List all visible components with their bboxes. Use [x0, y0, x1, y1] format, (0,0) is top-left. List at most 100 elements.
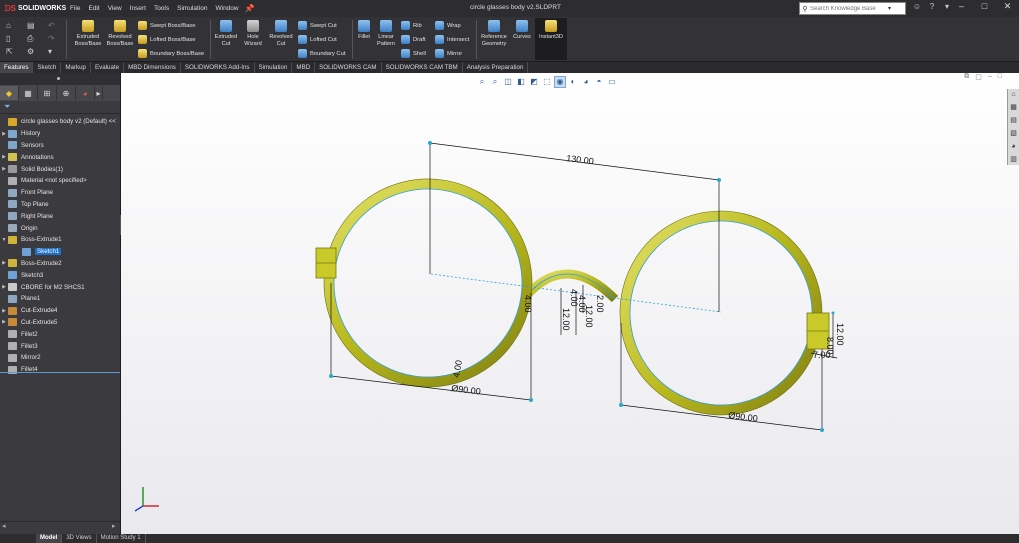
tree-item[interactable]: ▶ CBORE for M2 SHCS1	[0, 281, 120, 293]
panel-more-icon[interactable]: ▸	[95, 86, 103, 100]
dim-bridge-small2[interactable]: 2.00	[595, 295, 605, 313]
tree-item[interactable]: ▶ Boss-Extrude2	[0, 258, 120, 270]
dim-bridge-depth[interactable]: 12.00	[561, 308, 571, 331]
maximize-button[interactable]: □	[973, 1, 996, 12]
tab-markup[interactable]: Markup	[61, 62, 91, 73]
help-icon[interactable]: ?	[927, 2, 937, 11]
select-icon[interactable]: ⇱	[6, 47, 13, 56]
print-icon[interactable]: ⎙	[27, 34, 33, 44]
tree-item[interactable]: circle glasses body v2 (Default) <<	[0, 116, 120, 128]
tab-simulation[interactable]: Simulation	[255, 62, 293, 73]
menu-file[interactable]: File	[66, 5, 84, 12]
solidworks-resources-icon[interactable]: ⌂	[1008, 89, 1019, 101]
scroll-right-icon[interactable]: ▸	[112, 522, 116, 530]
mirror-button[interactable]: Mirror	[435, 49, 462, 58]
dim-left-ring-thickness[interactable]: 4.00	[523, 295, 533, 313]
options-gear-icon[interactable]: ⚙	[27, 47, 34, 56]
lofted-cut-button[interactable]: Lofted Cut	[298, 35, 337, 44]
expand-arrow-icon[interactable]: ▶	[0, 284, 8, 290]
expand-arrow-icon[interactable]: ▶	[0, 154, 8, 160]
user-icon[interactable]: ☺	[912, 2, 922, 11]
tree-item[interactable]: ▼ Boss-Extrude1	[0, 234, 120, 246]
swept-boss-button[interactable]: Swept Boss/Base	[138, 21, 195, 30]
menu-edit[interactable]: Edit	[84, 5, 103, 12]
tab-3d-views[interactable]: 3D Views	[62, 534, 97, 543]
tree-item[interactable]: ▶ Cut-Extrude4	[0, 305, 120, 317]
tree-item[interactable]: Mirror2	[0, 352, 120, 364]
custom-properties-icon[interactable]: ▥	[1008, 154, 1019, 166]
left-lens-ring[interactable]	[316, 171, 540, 395]
rollback-bar[interactable]	[0, 372, 120, 373]
dim-hinge-height[interactable]: 12.00	[835, 323, 845, 346]
feature-manager-icon[interactable]: ◆	[0, 86, 19, 100]
pin-icon[interactable]: 📌	[245, 4, 255, 13]
search-dropdown-icon[interactable]: ▾	[888, 5, 891, 12]
tab-model[interactable]: Model	[36, 534, 63, 543]
extruded-boss-button[interactable]: Extruded Boss/Base	[72, 20, 104, 47]
right-lens-ring[interactable]	[612, 204, 829, 423]
menu-view[interactable]: View	[104, 5, 126, 12]
curves-button[interactable]: Curves	[510, 20, 534, 41]
tree-item[interactable]: Sensors	[0, 140, 120, 152]
dim-left-diameter[interactable]: Ø90.00	[451, 383, 482, 397]
tab-sketch[interactable]: Sketch	[33, 62, 62, 73]
tree-item[interactable]: ▶ Cut-Extrude5	[0, 317, 120, 329]
dim-hinge-width[interactable]: 7.00	[813, 350, 831, 360]
swept-cut-button[interactable]: Swept Cut	[298, 21, 337, 30]
tree-item[interactable]: Top Plane	[0, 199, 120, 211]
tree-item[interactable]: Fillet2	[0, 328, 120, 340]
dim-bridge-thickness[interactable]: 4.00	[569, 289, 579, 307]
solidworks-logo[interactable]: ᗪS SOLIDWORKS	[0, 4, 66, 14]
expand-arrow-icon[interactable]: ▶	[0, 319, 8, 325]
dim-width[interactable]: 130.00	[566, 153, 595, 166]
extruded-cut-button[interactable]: Extruded Cut	[212, 20, 240, 47]
expand-arrow-icon[interactable]: ▶	[0, 260, 8, 266]
panel-horizontal-scrollbar[interactable]: ◂ ▸	[0, 521, 120, 531]
tree-item[interactable]: Fillet3	[0, 340, 120, 352]
expand-arrow-icon[interactable]: ▶	[0, 308, 8, 314]
tree-item[interactable]: Front Plane	[0, 187, 120, 199]
hole-wizard-button[interactable]: Hole Wizard	[240, 20, 266, 47]
tab-solidworks-cam-tbm[interactable]: SOLIDWORKS CAM TBM	[382, 62, 463, 73]
search-input[interactable]	[810, 5, 888, 12]
search-icon[interactable]: ⚲	[800, 5, 810, 13]
scroll-left-icon[interactable]: ◂	[2, 522, 6, 530]
wrap-button[interactable]: Wrap	[435, 21, 461, 30]
property-manager-icon[interactable]: ▦	[19, 86, 38, 100]
dimxpert-icon[interactable]: ⊕	[57, 86, 76, 100]
dim-right-diameter[interactable]: Ø90.00	[728, 410, 759, 424]
linear-pattern-button[interactable]: Linear Pattern	[374, 20, 398, 47]
draft-button[interactable]: Draft	[401, 35, 426, 44]
tree-item[interactable]: Sketch3	[0, 269, 120, 281]
tab-solidworks-cam[interactable]: SOLIDWORKS CAM	[315, 62, 382, 73]
configuration-manager-icon[interactable]: ⊞	[38, 86, 57, 100]
menu-tools[interactable]: Tools	[150, 5, 173, 12]
home-icon[interactable]: ⌂	[6, 21, 11, 30]
appearances-icon[interactable]: ◕	[1008, 141, 1019, 153]
minimize-button[interactable]: –	[950, 1, 973, 12]
reference-geometry-button[interactable]: Reference Geometry	[478, 20, 510, 47]
expand-arrow-icon[interactable]: ▶	[0, 166, 8, 172]
display-manager-icon[interactable]: ◕	[76, 86, 95, 100]
file-explorer-icon[interactable]: ▤	[1008, 115, 1019, 127]
tab-mbd[interactable]: MBD	[292, 62, 316, 73]
rebuild-icon[interactable]: ▾	[48, 47, 52, 56]
boundary-boss-button[interactable]: Boundary Boss/Base	[138, 49, 204, 58]
undo-icon[interactable]: ↶	[48, 21, 55, 30]
close-button[interactable]: ✕	[996, 1, 1019, 12]
shell-button[interactable]: Shell	[401, 49, 426, 58]
menu-window[interactable]: Window	[211, 5, 242, 12]
rib-button[interactable]: Rib	[401, 21, 422, 30]
revolved-cut-button[interactable]: Revolved Cut	[266, 20, 296, 47]
tree-item[interactable]: Origin	[0, 222, 120, 234]
tree-item[interactable]: Fillet4	[0, 364, 120, 376]
tab-solidworks-addins[interactable]: SOLIDWORKS Add-Ins	[181, 62, 255, 73]
tab-motion-study[interactable]: Motion Study 1	[97, 534, 146, 543]
collapse-arrow-icon[interactable]: ▼	[0, 237, 8, 243]
tree-item[interactable]: Right Plane	[0, 210, 120, 222]
panel-grip[interactable]	[0, 73, 120, 85]
revolved-boss-button[interactable]: Revolved Boss/Base	[104, 20, 136, 47]
dim-bridge-height[interactable]: 12.00	[584, 305, 594, 328]
redo-icon[interactable]: ↷	[48, 34, 55, 43]
design-library-icon[interactable]: ▦	[1008, 102, 1019, 114]
